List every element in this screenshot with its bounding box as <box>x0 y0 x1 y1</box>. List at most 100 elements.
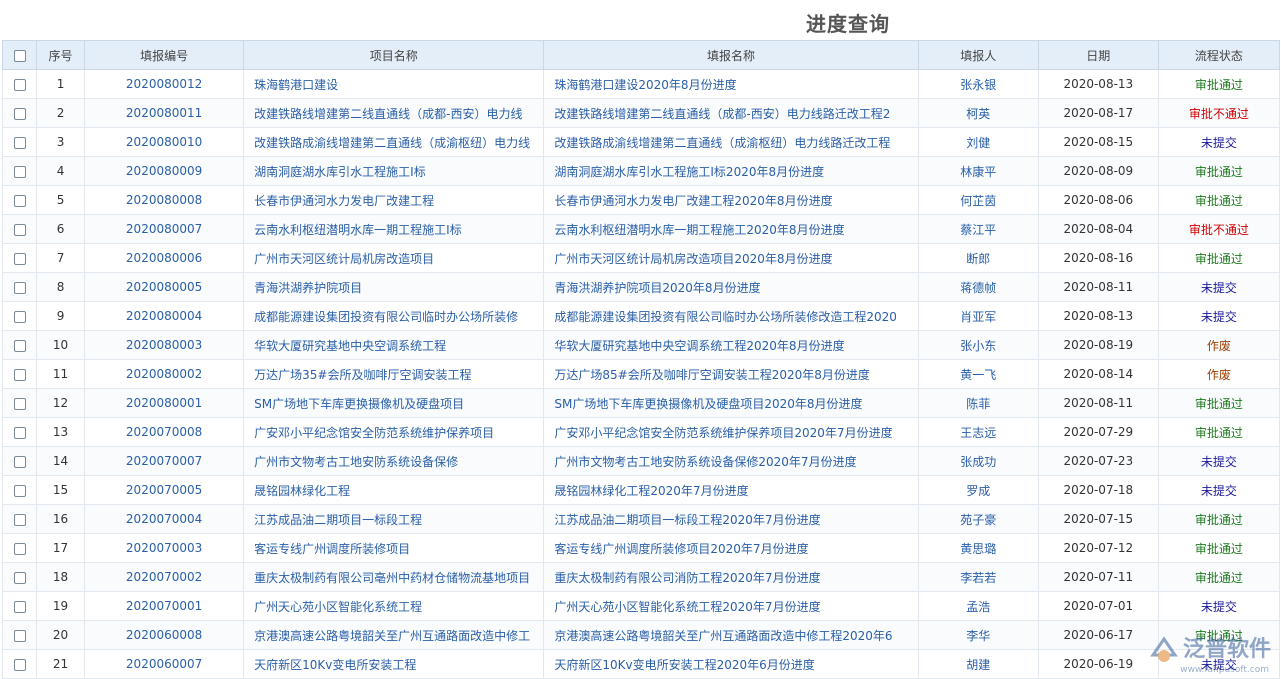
cell-project-link[interactable]: 云南水利枢纽潜明水库一期工程施工I标 <box>243 214 545 244</box>
cell-report-link[interactable]: 云南水利枢纽潜明水库一期工程施工2020年8月份进度 <box>543 214 919 244</box>
cell-person-link[interactable]: 张永银 <box>917 69 1039 99</box>
cell-project-link[interactable]: 广州市天河区统计局机房改造项目 <box>243 243 545 273</box>
table-row[interactable]: 12 2020080001 SM广场地下车库更换摄像机及硬盘项目 SM广场地下车库更换… <box>1 388 1281 418</box>
cell-code-link[interactable]: 2020080007 <box>84 214 245 244</box>
cell-code-link[interactable]: 2020070005 <box>84 475 245 505</box>
cell-project-link[interactable]: 广安邓小平纪念馆安全防范系统维护保养项目 <box>243 417 545 447</box>
cell-project-link[interactable]: 广州天心苑小区智能化系统工程 <box>243 591 545 621</box>
cell-person-link[interactable]: 黄一飞 <box>917 359 1039 389</box>
cell-code-link[interactable]: 2020080010 <box>84 127 245 157</box>
row-checkbox[interactable] <box>13 542 26 555</box>
row-checkbox-cell[interactable] <box>1 359 38 389</box>
cell-report-link[interactable]: 广安邓小平纪念馆安全防范系统维护保养项目2020年7月份进度 <box>543 417 919 447</box>
cell-code-link[interactable]: 2020080002 <box>84 359 245 389</box>
col-header-person[interactable]: 填报人 <box>917 40 1039 70</box>
cell-person-link[interactable]: 王志远 <box>917 417 1039 447</box>
row-checkbox[interactable] <box>13 368 26 381</box>
cell-report-link[interactable]: 广州市文物考古工地安防系统设备保修2020年7月份进度 <box>543 446 919 476</box>
cell-project-link[interactable]: SM广场地下车库更换摄像机及硬盘项目 <box>243 388 545 418</box>
select-all-cell[interactable] <box>1 40 38 70</box>
cell-report-link[interactable]: 成都能源建设集团投资有限公司临时办公场所装修改造工程2020 <box>543 301 919 331</box>
cell-project-link[interactable]: 珠海鹤港口建设 <box>243 69 545 99</box>
cell-report-link[interactable]: 青海洪湖养护院项目2020年8月份进度 <box>543 272 919 302</box>
row-checkbox[interactable] <box>13 426 26 439</box>
cell-code-link[interactable]: 2020060008 <box>84 620 245 650</box>
table-row[interactable]: 10 2020080003 华软大厦研究基地中央空调系统工程 华软大厦研究基地中央空调… <box>1 330 1281 360</box>
table-row[interactable]: 4 2020080009 湖南洞庭湖水库引水工程施工I标 湖南洞庭湖水库引水工程施工I… <box>1 156 1281 186</box>
table-row[interactable]: 21 2020060007 天府新区10Kv变电所安装工程 天府新区10Kv变电所安装… <box>1 649 1281 679</box>
col-header-project[interactable]: 项目名称 <box>243 40 545 70</box>
cell-project-link[interactable]: 华软大厦研究基地中央空调系统工程 <box>243 330 545 360</box>
table-row[interactable]: 6 2020080007 云南水利枢纽潜明水库一期工程施工I标 云南水利枢纽潜明水库一… <box>1 214 1281 244</box>
cell-code-link[interactable]: 2020070001 <box>84 591 245 621</box>
cell-person-link[interactable]: 林康平 <box>917 156 1039 186</box>
cell-person-link[interactable]: 刘健 <box>917 127 1039 157</box>
row-checkbox[interactable] <box>13 484 26 497</box>
cell-project-link[interactable]: 成都能源建设集团投资有限公司临时办公场所装修 <box>243 301 545 331</box>
cell-person-link[interactable]: 何芷茵 <box>917 185 1039 215</box>
cell-project-link[interactable]: 晟铭园林绿化工程 <box>243 475 545 505</box>
row-checkbox-cell[interactable] <box>1 591 38 621</box>
cell-report-link[interactable]: 天府新区10Kv变电所安装工程2020年6月份进度 <box>543 649 919 679</box>
cell-person-link[interactable]: 柯英 <box>917 98 1039 128</box>
row-checkbox[interactable] <box>13 107 26 120</box>
cell-project-link[interactable]: 京港澳高速公路粤境韶关至广州互通路面改造中修工 <box>243 620 545 650</box>
cell-project-link[interactable]: 改建铁路线增建第二线直通线（成都-西安）电力线 <box>243 98 545 128</box>
cell-project-link[interactable]: 长春市伊通河水力发电厂改建工程 <box>243 185 545 215</box>
cell-project-link[interactable]: 青海洪湖养护院项目 <box>243 272 545 302</box>
cell-person-link[interactable]: 胡建 <box>917 649 1039 679</box>
cell-code-link[interactable]: 2020080003 <box>84 330 245 360</box>
cell-code-link[interactable]: 2020070007 <box>84 446 245 476</box>
table-row[interactable]: 1 2020080012 珠海鹤港口建设 珠海鹤港口建设2020年8月份进度 张永银 20… <box>1 69 1281 99</box>
cell-person-link[interactable]: 断郎 <box>917 243 1039 273</box>
cell-report-link[interactable]: 晟铭园林绿化工程2020年7月份进度 <box>543 475 919 505</box>
row-checkbox-cell[interactable] <box>1 620 38 650</box>
cell-report-link[interactable]: 湖南洞庭湖水库引水工程施工I标2020年8月份进度 <box>543 156 919 186</box>
row-checkbox-cell[interactable] <box>1 156 38 186</box>
table-row[interactable]: 3 2020080010 改建铁路成渝线增建第二直通线（成渝枢纽）电力线 改建铁路成渝… <box>1 127 1281 157</box>
table-row[interactable]: 14 2020070007 广州市文物考古工地安防系统设备保修 广州市文物考古工地安防… <box>1 446 1281 476</box>
cell-report-link[interactable]: 华软大厦研究基地中央空调系统工程2020年8月份进度 <box>543 330 919 360</box>
row-checkbox-cell[interactable] <box>1 243 38 273</box>
row-checkbox-cell[interactable] <box>1 562 38 592</box>
row-checkbox-cell[interactable] <box>1 127 38 157</box>
table-row[interactable]: 15 2020070005 晟铭园林绿化工程 晟铭园林绿化工程2020年7月份进度 罗成… <box>1 475 1281 505</box>
cell-report-link[interactable]: 广州天心苑小区智能化系统工程2020年7月份进度 <box>543 591 919 621</box>
cell-person-link[interactable]: 黄思璐 <box>917 533 1039 563</box>
row-checkbox-cell[interactable] <box>1 388 38 418</box>
cell-project-link[interactable]: 万达广场35#会所及咖啡厅空调安装工程 <box>243 359 545 389</box>
cell-person-link[interactable]: 肖亚军 <box>917 301 1039 331</box>
cell-report-link[interactable]: 长春市伊通河水力发电厂改建工程2020年8月份进度 <box>543 185 919 215</box>
row-checkbox-cell[interactable] <box>1 649 38 679</box>
row-checkbox[interactable] <box>13 223 26 236</box>
row-checkbox[interactable] <box>13 397 26 410</box>
row-checkbox[interactable] <box>13 629 26 642</box>
cell-person-link[interactable]: 孟浩 <box>917 591 1039 621</box>
col-header-status[interactable]: 流程状态 <box>1157 40 1281 70</box>
col-header-no[interactable]: 序号 <box>36 40 86 70</box>
row-checkbox-cell[interactable] <box>1 417 38 447</box>
row-checkbox[interactable] <box>13 310 26 323</box>
select-all-checkbox[interactable] <box>13 49 26 62</box>
cell-project-link[interactable]: 改建铁路成渝线增建第二直通线（成渝枢纽）电力线 <box>243 127 545 157</box>
table-row[interactable]: 17 2020070003 客运专线广州调度所装修项目 客运专线广州调度所装修项目20… <box>1 533 1281 563</box>
table-row[interactable]: 2 2020080011 改建铁路线增建第二线直通线（成都-西安）电力线 改建铁路线增… <box>1 98 1281 128</box>
cell-code-link[interactable]: 2020070004 <box>84 504 245 534</box>
row-checkbox[interactable] <box>13 513 26 526</box>
cell-report-link[interactable]: 江苏成品油二期项目一标段工程2020年7月份进度 <box>543 504 919 534</box>
cell-report-link[interactable]: 客运专线广州调度所装修项目2020年7月份进度 <box>543 533 919 563</box>
row-checkbox-cell[interactable] <box>1 504 38 534</box>
cell-person-link[interactable]: 李若若 <box>917 562 1039 592</box>
cell-code-link[interactable]: 2020080011 <box>84 98 245 128</box>
cell-person-link[interactable]: 张小东 <box>917 330 1039 360</box>
col-header-code[interactable]: 填报编号 <box>84 40 245 70</box>
row-checkbox-cell[interactable] <box>1 214 38 244</box>
cell-project-link[interactable]: 湖南洞庭湖水库引水工程施工I标 <box>243 156 545 186</box>
cell-report-link[interactable]: 万达广场85#会所及咖啡厅空调安装工程2020年8月份进度 <box>543 359 919 389</box>
row-checkbox[interactable] <box>13 600 26 613</box>
cell-person-link[interactable]: 苑子豪 <box>917 504 1039 534</box>
cell-code-link[interactable]: 2020070002 <box>84 562 245 592</box>
table-row[interactable]: 7 2020080006 广州市天河区统计局机房改造项目 广州市天河区统计局机房改造项… <box>1 243 1281 273</box>
row-checkbox[interactable] <box>13 194 26 207</box>
row-checkbox[interactable] <box>13 281 26 294</box>
